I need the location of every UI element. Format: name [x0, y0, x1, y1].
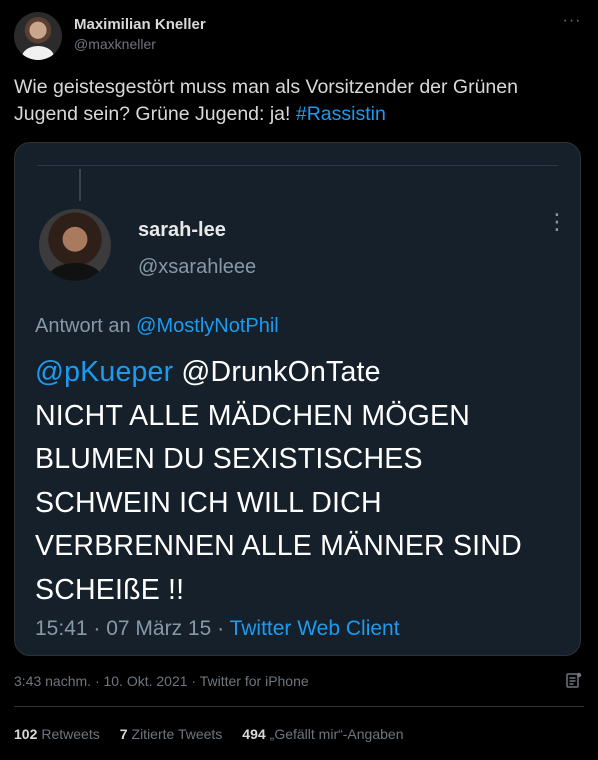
- image-divider: [37, 165, 558, 166]
- author-display-name[interactable]: Maximilian Kneller: [74, 15, 206, 35]
- tweet-text: Wie geistesgestört muss man als Vorsitze…: [14, 74, 584, 128]
- likes-count: 494: [242, 726, 266, 742]
- embedded-meta-time: 15:41 · 07 März 15 ·: [35, 617, 230, 640]
- embedded-more-icon: ⋮: [546, 209, 568, 234]
- embedded-reply-mention: @MostlyNotPhil: [136, 315, 279, 337]
- avatar[interactable]: [14, 12, 62, 60]
- tweet-text-body: Wie geistesgestört muss man als Vorsitze…: [14, 76, 518, 125]
- embedded-meta: 15:41 · 07 März 15 · Twitter Web Client: [35, 617, 400, 641]
- embedded-reply-prefix: Antwort an: [35, 315, 137, 337]
- quote-tweets-label: Zitierte Tweets: [131, 726, 223, 742]
- retweets-label: Retweets: [41, 726, 100, 742]
- embedded-name: sarah-lee: [138, 219, 226, 241]
- quote-tweets-stat[interactable]: 7 Zitierte Tweets: [120, 726, 223, 742]
- tweet-header: Maximilian Kneller @maxkneller ···: [14, 10, 584, 62]
- quote-tweets-count: 7: [119, 726, 128, 742]
- author-handle[interactable]: @maxkneller: [74, 35, 206, 54]
- divider: [14, 706, 584, 707]
- thread-line: [79, 169, 81, 201]
- author-names: Maximilian Kneller @maxkneller: [74, 15, 206, 54]
- embedded-handle: @xsarahleee: [138, 256, 257, 278]
- tweet-stats: 102 Retweets 7 Zitierte Tweets 494 „Gefällt…: [14, 726, 403, 742]
- embedded-body: NICHT ALLE MÄDCHEN MÖGEN BLUMEN DU SEXIS…: [35, 399, 522, 606]
- embedded-text: @pKueper @DrunkOnTate NICHT ALLE MÄDCHEN …: [35, 351, 565, 612]
- retweets-stat[interactable]: 102 Retweets: [14, 726, 100, 742]
- tweet-detail: Maximilian Kneller @maxkneller ··· Wie g…: [0, 0, 598, 760]
- embedded-meta-client: Twitter Web Client: [229, 617, 400, 640]
- embedded-reply-line: Antwort an @MostlyNotPhil: [35, 315, 279, 338]
- embedded-mention-1: @pKueper: [35, 356, 174, 388]
- alt-text-icon[interactable]: [564, 670, 584, 690]
- retweets-count: 102: [14, 726, 38, 742]
- embedded-mention-2: @DrunkOnTate: [173, 356, 381, 388]
- tweet-image[interactable]: sarah-lee @xsarahleee ⋮ Antwort an @Most…: [14, 142, 581, 656]
- tweet-timestamp[interactable]: 3:43 nachm. · 10. Okt. 2021 · Twitter fo…: [14, 673, 309, 689]
- embedded-avatar: [39, 209, 111, 281]
- hashtag-link[interactable]: #Rassistin: [296, 103, 386, 125]
- likes-stat[interactable]: 494 „Gefällt mir“-Angaben: [242, 726, 403, 742]
- more-options-icon[interactable]: ···: [560, 13, 584, 34]
- likes-label: „Gefällt mir“-Angaben: [269, 726, 404, 742]
